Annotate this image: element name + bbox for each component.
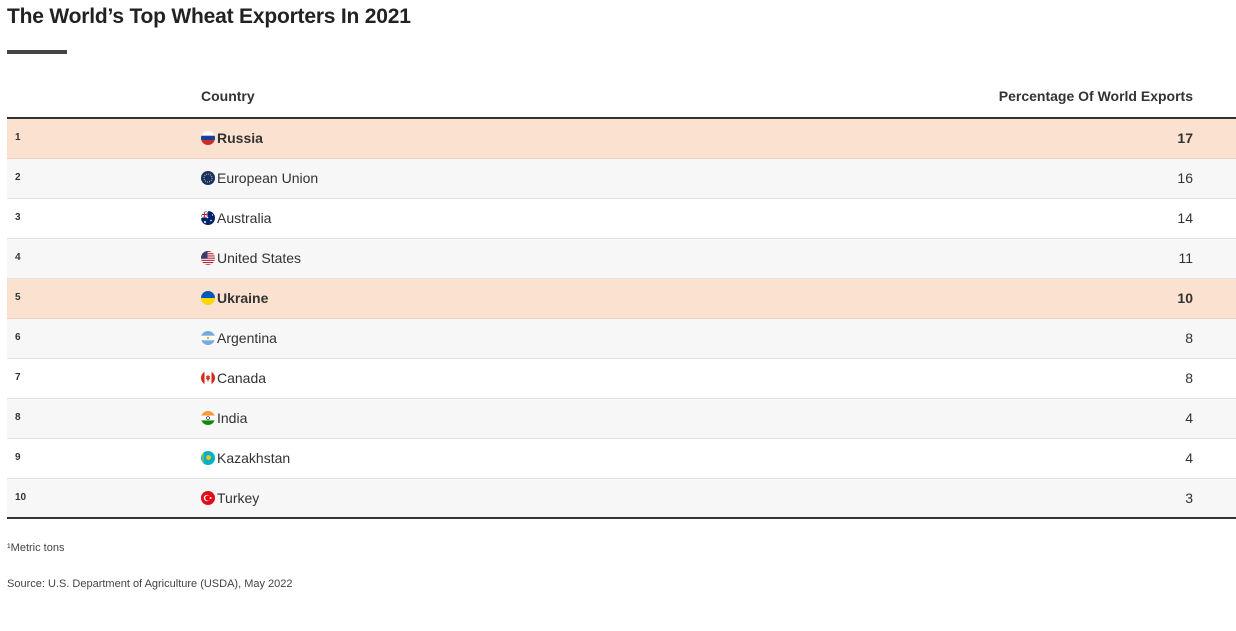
india-flag-icon [201, 411, 215, 425]
country-cell: Australia [201, 210, 271, 226]
percentage-value: 4 [1185, 450, 1193, 466]
table-row[interactable]: 6 Argentina 8 [7, 319, 1236, 359]
country-cell: United States [201, 250, 301, 266]
percentage-value: 14 [1177, 210, 1193, 226]
percentage-value: 3 [1185, 490, 1193, 506]
argentina-flag-icon [201, 331, 215, 345]
percentage-value: 11 [1178, 250, 1193, 266]
percentage-value: 10 [1177, 290, 1193, 306]
country-cell: European Union [201, 170, 318, 186]
rank-cell: 9 [15, 452, 21, 463]
percentage-value: 8 [1185, 330, 1193, 346]
rank-cell: 1 [15, 132, 21, 143]
exporters-table: Country Percentage Of World Exports 1 Rus… [7, 76, 1236, 519]
country-cell: Ukraine [201, 290, 268, 306]
table-row[interactable]: 7 Canada 8 [7, 359, 1236, 399]
table-row[interactable]: 9 Kazakhstan 4 [7, 439, 1236, 479]
kazakhstan-flag-icon [201, 451, 215, 465]
country-name: Canada [217, 370, 267, 386]
table-row[interactable]: 2 European Union 16 [7, 159, 1236, 199]
table-row[interactable]: 10 Turkey 3 [7, 479, 1236, 519]
country-cell: Argentina [201, 330, 277, 346]
rank-cell: 10 [15, 492, 27, 503]
table-row[interactable]: 1 Russia 17 [7, 119, 1236, 159]
table-row[interactable]: 4 United States 11 [7, 239, 1236, 279]
rank-cell: 2 [15, 172, 21, 183]
country-name: United States [217, 250, 302, 266]
source-note: Source: U.S. Department of Agriculture (… [7, 578, 293, 590]
rank-cell: 8 [15, 412, 21, 423]
percentage-value: 4 [1185, 410, 1193, 426]
country-cell: Kazakhstan [201, 450, 290, 466]
rank-cell: 3 [15, 212, 21, 223]
table-body: 1 Russia 17 2 European Union 16 3 Australia 14 4 U… [7, 119, 1236, 519]
country-name: Australia [217, 210, 272, 226]
country-name: Ukraine [217, 290, 269, 306]
percentage-value: 17 [1177, 130, 1193, 146]
title-underline [7, 50, 67, 54]
rank-cell: 7 [15, 372, 21, 383]
country-name: European Union [217, 170, 319, 186]
column-header-country[interactable]: Country [201, 88, 255, 104]
percentage-value: 8 [1185, 370, 1193, 386]
country-name: Turkey [217, 490, 260, 506]
country-name: India [217, 410, 248, 426]
table-row[interactable]: 8 India 4 [7, 399, 1236, 439]
country-name: Kazakhstan [217, 450, 291, 466]
country-cell: India [201, 410, 247, 426]
page-title: The World’s Top Wheat Exporters In 2021 [7, 5, 411, 28]
country-name: Argentina [217, 330, 277, 346]
rank-cell: 5 [15, 292, 21, 303]
percentage-value: 16 [1177, 170, 1193, 186]
country-cell: Russia [201, 130, 263, 146]
australia-flag-icon [201, 211, 215, 225]
footnote: ¹Metric tons [7, 542, 65, 554]
russia-flag-icon [201, 131, 215, 145]
usa-flag-icon [201, 251, 215, 265]
table-row[interactable]: 3 Australia 14 [7, 199, 1236, 239]
rank-cell: 4 [15, 252, 21, 263]
country-cell: Canada [201, 370, 266, 386]
turkey-flag-icon [201, 491, 215, 505]
country-cell: Turkey [201, 490, 259, 506]
table-header: Country Percentage Of World Exports [7, 76, 1236, 119]
column-header-percentage[interactable]: Percentage Of World Exports [999, 88, 1193, 104]
eu-flag-icon [201, 171, 215, 185]
rank-cell: 6 [15, 332, 21, 343]
ukraine-flag-icon [201, 291, 215, 305]
table-row[interactable]: 5 Ukraine 10 [7, 279, 1236, 319]
canada-flag-icon [201, 371, 215, 385]
country-name: Russia [217, 130, 263, 146]
